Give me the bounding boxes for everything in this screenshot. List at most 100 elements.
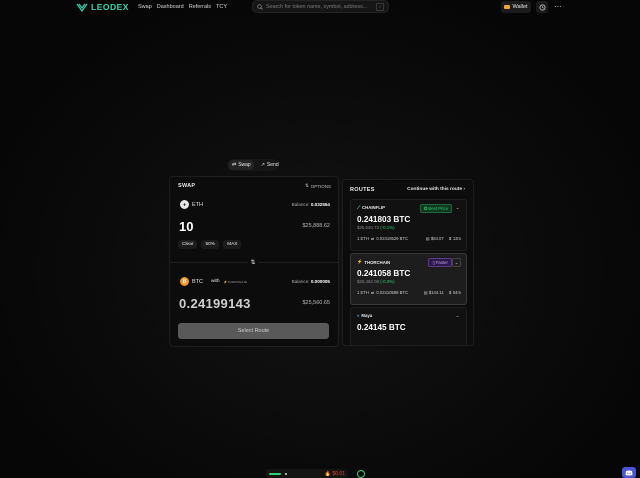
route-amount: 0.241803 BTC <box>357 215 411 224</box>
search-icon <box>257 3 263 10</box>
route-amount: 0.241058 BTC <box>357 269 411 278</box>
best-price-badge: ✪ Best Price <box>419 204 452 213</box>
from-token-symbol: ETH <box>192 201 203 208</box>
route-usd: $25,540.73 (-0.1%) <box>357 225 395 230</box>
to-amount: 0.24199143 <box>179 296 251 311</box>
from-balance: Balance: 0.032554 <box>292 202 330 207</box>
best-price-label: Best Price <box>428 206 448 211</box>
fire-icon: 🔥 <box>324 470 332 477</box>
route-provider-name: THORCHAIN <box>364 259 391 265</box>
route-fee-value: $84.07 <box>430 236 444 241</box>
route-card-maya[interactable]: ≈ Maya ⌄ 0.24145 BTC <box>350 307 467 345</box>
chevron-right-icon: › <box>463 187 465 192</box>
swap-direction-icon: ⇅ <box>250 260 256 266</box>
route-card-chainflip[interactable]: ⟋ CHAINFLIP ✪ Best Price ⌄ 0.241803 BTC $… <box>350 199 467 251</box>
route-time: ⧗ 04m <box>449 290 461 295</box>
clear-button[interactable]: Clear <box>178 240 198 249</box>
tab-swap[interactable]: ⇄ Swap <box>229 160 254 170</box>
route-time-value: 04m <box>452 290 461 295</box>
from-usd-value: $25,888.62 <box>302 223 330 229</box>
route-card-thorchain[interactable]: ⚡ THORCHAIN ▯ Faster ⌄ 0.241058 BTC $25,4… <box>350 253 467 305</box>
routes-title: ROUTES <box>350 187 375 193</box>
to-token-selector[interactable]: ₿ BTC <box>180 277 203 286</box>
route-provider-name: Maya <box>361 313 373 318</box>
search-input[interactable]: Search for token name, symbol, address..… <box>266 4 373 10</box>
swap-arrows-icon: ⇄ <box>232 162 237 168</box>
route-footer: 1 ETH ⇄ 0.02410588 BTC ▤ $144.11 ⧗ 04m <box>357 290 461 295</box>
chevron-down-icon[interactable]: ⌄ <box>454 204 461 211</box>
btc-icon: ₿ <box>180 277 189 286</box>
half-button[interactable]: 50% <box>201 240 220 249</box>
progress-indicator <box>269 472 281 475</box>
route-footer: 1 ETH ⇄ 0.02416529 BTC ▤ $84.07 ⧗ 13m <box>357 236 461 241</box>
route-diff: (-0.3%) <box>380 279 395 284</box>
routes-panel: ROUTES Continue with this route › ⟋ CHAI… <box>342 179 474 346</box>
to-usd-value: $25,560.65 <box>302 300 330 306</box>
with-label: with <box>211 279 220 284</box>
to-balance: Balance: 0.000005 <box>292 279 330 284</box>
continue-route-link[interactable]: Continue with this route › <box>407 187 465 192</box>
nav-referrals[interactable]: Referrals <box>189 4 211 10</box>
from-amount-input[interactable]: 10 <box>179 219 193 234</box>
route-diff: (-0.1%) <box>380 225 395 230</box>
gas-price-value: $0.01 <box>332 470 345 477</box>
fee-icon: ▤ <box>423 290 428 295</box>
swap-panel: SWAP ⇅ OPTIONS ♦ ETH Balance: 0.032554 1… <box>169 176 339 347</box>
leodex-logo-icon <box>76 3 88 12</box>
continue-route-label: Continue with this route <box>407 187 463 192</box>
from-balance-value: 0.032554 <box>310 202 330 207</box>
swap-direction-button[interactable]: ⇅ <box>248 258 258 267</box>
discord-button[interactable] <box>622 467 636 478</box>
wallet-label: Wallet <box>512 4 528 10</box>
brand-logo[interactable]: LEODEX <box>76 2 129 12</box>
to-provider-name: THORCHAIN <box>227 279 248 284</box>
to-token-symbol: BTC <box>192 278 203 285</box>
history-button[interactable] <box>536 1 548 13</box>
brand-name: LEODEX <box>91 2 129 12</box>
status-dot-icon <box>285 472 287 475</box>
gas-price: 🔥 $0.01 <box>325 471 345 477</box>
faster-badge: ▯ Faster <box>428 258 452 267</box>
quick-amounts: Clear 50% MAX <box>178 240 242 249</box>
max-button[interactable]: MAX <box>223 240 242 249</box>
route-time-value: 13m <box>452 236 461 241</box>
to-provider: with ⚡THORCHAIN <box>211 279 247 284</box>
nav-swap[interactable]: Swap <box>138 4 152 10</box>
chevron-down-icon[interactable]: ⌄ <box>452 258 461 267</box>
wallet-button[interactable]: Wallet <box>501 1 531 13</box>
from-token-selector[interactable]: ♦ ETH <box>180 200 203 209</box>
wallet-icon <box>504 5 511 9</box>
options-label: OPTIONS <box>310 183 331 189</box>
nav-dashboard[interactable]: Dashboard <box>157 4 184 10</box>
from-balance-label: Balance: <box>291 202 310 207</box>
hourglass-icon: ⧗ <box>448 290 452 295</box>
eth-icon: ♦ <box>180 200 189 209</box>
to-balance-value: 0.000005 <box>310 279 330 284</box>
star-icon: ✪ <box>423 205 428 211</box>
hourglass-icon: ⧗ <box>448 236 452 241</box>
route-fee: ▤ $84.07 <box>426 236 444 241</box>
fee-icon: ▤ <box>425 236 430 241</box>
chainflip-logo-icon: ⟋ <box>357 205 361 210</box>
bolt-icon: ▯ <box>432 259 435 265</box>
status-bar[interactable]: 🔥 $0.01 <box>266 469 348 478</box>
search-shortcut: / <box>376 2 384 11</box>
network-status-icon[interactable] <box>357 470 365 478</box>
nav-tcy[interactable]: TCY <box>216 4 227 10</box>
more-menu-button[interactable]: ⋯ <box>552 1 564 13</box>
route-time: ⧗ 13m <box>449 236 461 241</box>
route-fee: ▤ $144.11 <box>424 290 444 295</box>
thorchain-mini-logo: ⚡THORCHAIN <box>224 280 248 284</box>
route-provider-name: CHAINFLIP <box>362 205 385 210</box>
route-provider: ≈ Maya <box>357 313 372 318</box>
options-button[interactable]: ⇅ OPTIONS <box>305 183 331 189</box>
select-route-button[interactable]: Select Route <box>178 323 329 339</box>
search-bar[interactable]: Search for token name, symbol, address..… <box>252 0 389 13</box>
route-rate-base: 1 ETH <box>357 290 369 295</box>
maya-logo-icon: ≈ <box>357 313 360 318</box>
route-rate-base: 1 ETH <box>357 236 369 241</box>
chevron-down-icon[interactable]: ⌄ <box>454 312 461 319</box>
swap-title: SWAP <box>178 183 196 189</box>
tab-send[interactable]: ↗ Send <box>258 160 282 170</box>
route-rate-value: 0.02410588 BTC <box>376 290 409 295</box>
